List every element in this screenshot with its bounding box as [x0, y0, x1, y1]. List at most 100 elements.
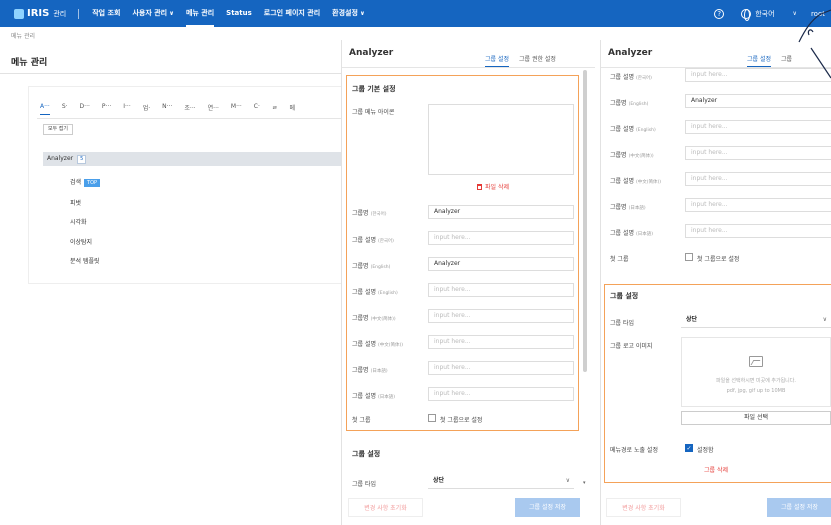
- reset-changes-button[interactable]: 변경 사항 초기화: [348, 498, 423, 517]
- delete-group-link[interactable]: 그룹 삭제: [704, 465, 728, 474]
- chevron-down-icon: ∨: [359, 10, 365, 17]
- divider: [342, 67, 595, 68]
- group-tab[interactable]: 업·: [143, 103, 150, 115]
- app-logo[interactable]: IRIS 관리: [14, 8, 66, 19]
- group-desc-ja-input[interactable]: input here...: [685, 224, 831, 238]
- first-group-checkbox[interactable]: [685, 253, 693, 261]
- group-tab[interactable]: C·: [254, 103, 260, 115]
- group-desc-ja-input[interactable]: input here...: [428, 387, 574, 401]
- field-label: 첫 그룹: [610, 256, 629, 263]
- menu-item-search[interactable]: 검색 TOP: [70, 177, 101, 187]
- group-settings-panel-2: Analyzer 그룹 설정 그룹 그룹 설명 (한국어) input here.…: [600, 40, 831, 525]
- icon-preview-area[interactable]: [428, 104, 574, 175]
- first-group-checkbox[interactable]: [428, 414, 436, 422]
- menu-item-anomaly[interactable]: 이상탐지: [70, 237, 92, 246]
- group-tab[interactable]: S·: [62, 103, 68, 115]
- group-tab[interactable]: 연···: [208, 103, 219, 115]
- language-selector[interactable]: 한국어: [755, 9, 774, 19]
- nav-item-status[interactable]: Status: [226, 0, 252, 27]
- group-name-ko-input[interactable]: Analyzer: [428, 205, 574, 219]
- checkbox-label: 첫 그룹으로 설정: [440, 417, 483, 424]
- checkbox-label: 설정함: [697, 447, 714, 454]
- group-tab[interactable]: N···: [162, 103, 172, 115]
- group-name-zh-input[interactable]: input here...: [428, 309, 574, 323]
- group-desc-zh-input[interactable]: input here...: [685, 172, 831, 186]
- group-name-ja-input[interactable]: input here...: [685, 198, 831, 212]
- logo-text: IRIS: [27, 8, 50, 19]
- group-type-select[interactable]: 상단 ∨: [681, 314, 831, 328]
- group-settings-panel: Analyzer 그룹 설정 그룹 권한 설정 그룹 기본 설정 그룹 메뉴 아…: [341, 40, 595, 525]
- menu-item-pivot[interactable]: 피벗: [70, 198, 81, 207]
- nav-divider: [78, 8, 80, 19]
- field-label: 그룹명 (中文(简体)): [610, 152, 654, 159]
- nav-item-menu-management[interactable]: 메뉴 관리: [185, 0, 215, 27]
- count-badge: 5: [77, 155, 87, 164]
- chevron-down-icon: ∨: [169, 10, 174, 17]
- save-group-settings-button[interactable]: 그룹 설정 저장: [767, 498, 831, 517]
- group-desc-en-input[interactable]: input here...: [685, 120, 831, 134]
- save-group-settings-button[interactable]: 그룹 설정 저장: [515, 498, 580, 517]
- breadcrumb: 메뉴 관리: [11, 33, 35, 40]
- section-title: 그룹 설정: [610, 292, 639, 300]
- scrollbar-thumb[interactable]: [583, 70, 587, 372]
- group-tab[interactable]: ㄹ: [272, 103, 278, 115]
- upload-hint: 파일을 선택하시면 미곳에 추가됩니다.: [716, 378, 796, 384]
- group-name-ja-input[interactable]: input here...: [428, 361, 574, 375]
- field-label: 그룹 설명 (English): [352, 289, 398, 296]
- field-label: 그룹 설명 (中文(简体)): [352, 341, 404, 348]
- field-label: 그룹 설명 (中文(简体)): [610, 178, 662, 185]
- group-name-zh-input[interactable]: input here...: [685, 146, 831, 160]
- group-tab[interactable]: M···: [231, 103, 242, 115]
- menu-group-row[interactable]: Analyzer 5: [43, 152, 345, 166]
- group-tabs: A··· S· D··· P··· I··· 업· N··· 조··· 연···…: [40, 103, 307, 115]
- scroll-down-icon[interactable]: ▾: [583, 480, 586, 486]
- group-desc-ko-input[interactable]: input here...: [428, 231, 574, 245]
- choose-file-button[interactable]: 파일 선택: [681, 411, 831, 425]
- delete-file-link[interactable]: 파일 삭제: [477, 182, 509, 191]
- tab-group-settings[interactable]: 그룹 설정: [747, 54, 771, 67]
- group-tab[interactable]: D···: [80, 103, 90, 115]
- field-label: 그룹 설명 (English): [610, 126, 656, 133]
- field-label: 그룹명 (日本語): [352, 367, 388, 374]
- globe-icon: [741, 8, 752, 21]
- menu-item-template[interactable]: 분석 템플릿: [70, 256, 100, 265]
- group-name-en-input[interactable]: Analyzer: [685, 94, 831, 108]
- logo-subtitle: 관리: [53, 9, 67, 18]
- menu-group-name: Analyzer: [47, 155, 74, 162]
- nav-item-settings[interactable]: 환경설정 ∨: [332, 0, 365, 27]
- section-title: 그룹 설정: [352, 450, 381, 458]
- tab-group-permissions[interactable]: 그룹 권한 설정: [519, 54, 556, 67]
- field-label: 그룹 로고 이미지: [610, 343, 653, 350]
- collapse-all-button[interactable]: 모두 접기: [43, 124, 73, 135]
- group-desc-en-input[interactable]: input here...: [428, 283, 574, 297]
- nav-item-job-query[interactable]: 작업 조회: [92, 0, 120, 27]
- help-icon[interactable]: ?: [714, 8, 725, 19]
- nav-expose-checkbox[interactable]: ✓: [685, 444, 693, 452]
- nav-item-login-page[interactable]: 로그인 페이지 관리: [264, 0, 320, 27]
- group-type-select[interactable]: 상단 ∨: [428, 475, 574, 489]
- tab-group-settings[interactable]: 그룹 설정: [485, 54, 509, 67]
- field-label: 그룹명 (English): [352, 263, 391, 270]
- logo-upload-area[interactable]: 파일을 선택하시면 미곳에 추가됩니다. pdf, jpg, gif up to…: [681, 337, 831, 407]
- field-label: 그룹 설명 (한국어): [610, 74, 652, 81]
- field-label: 그룹 설명 (한국어): [352, 237, 394, 244]
- trash-icon: [477, 183, 482, 190]
- nav-item-user-management[interactable]: 사용자 관리 ∨: [132, 0, 174, 27]
- reset-changes-button[interactable]: 변경 사항 초기화: [606, 498, 681, 517]
- group-desc-zh-input[interactable]: input here...: [428, 335, 574, 349]
- group-tab[interactable]: 조···: [184, 103, 195, 115]
- divider: [0, 73, 344, 74]
- group-tab[interactable]: I···: [123, 103, 131, 115]
- field-label: 그룹 타입: [352, 481, 376, 488]
- group-tab[interactable]: 메: [289, 103, 295, 115]
- group-tab[interactable]: A···: [40, 103, 50, 115]
- checkbox-label: 첫 그룹으로 설정: [697, 256, 740, 263]
- group-name-en-input[interactable]: Analyzer: [428, 257, 574, 271]
- field-label: 그룹 타입: [610, 320, 634, 327]
- section-title: 그룹 기본 설정: [352, 85, 396, 93]
- panel-title: Analyzer: [349, 48, 394, 58]
- group-tab[interactable]: P···: [102, 103, 111, 115]
- menu-item-visualization[interactable]: 시각화: [70, 217, 87, 226]
- field-label: 그룹 메뉴 아이콘: [352, 109, 395, 116]
- field-label: 그룹명 (日本語): [610, 204, 646, 211]
